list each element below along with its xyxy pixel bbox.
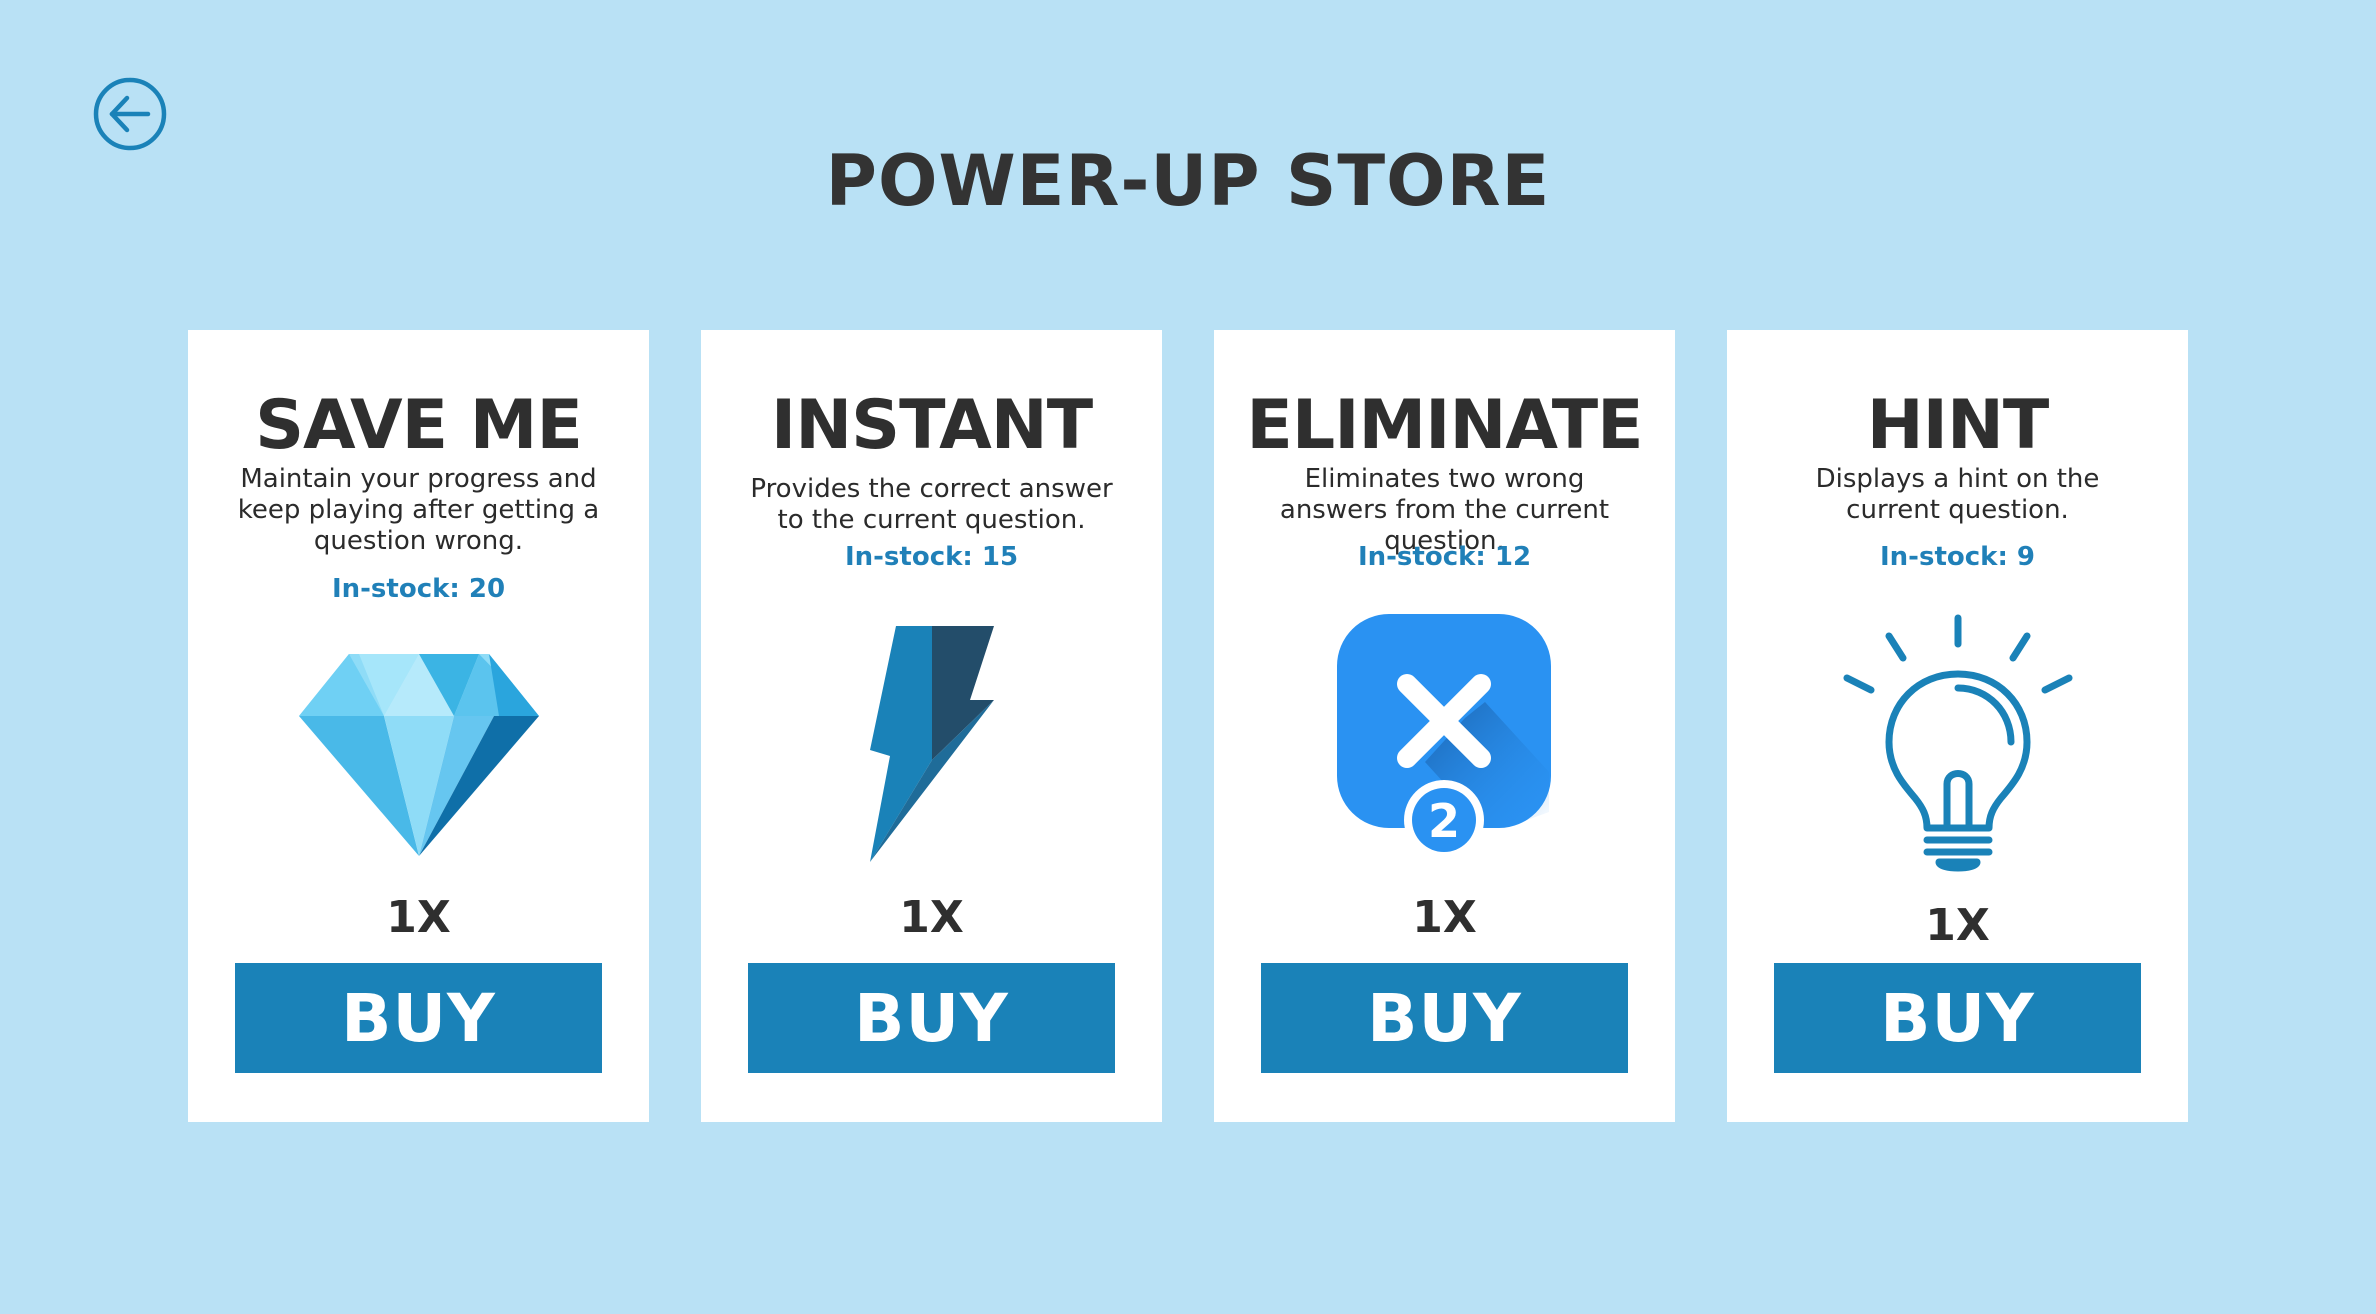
buy-button-hint[interactable]: BUY bbox=[1774, 963, 2141, 1073]
quantity-label: 1X bbox=[899, 892, 964, 943]
buy-button-save-me[interactable]: BUY bbox=[235, 963, 602, 1073]
quantity-label: 1X bbox=[1412, 892, 1477, 943]
stock-count: In-stock: 12 bbox=[1357, 542, 1532, 572]
powerup-card-instant: INSTANT Provides the correct answer to t… bbox=[701, 330, 1162, 1122]
card-title: SAVE ME bbox=[255, 386, 583, 465]
page-title: POWER-UP STORE bbox=[825, 140, 1551, 222]
card-description: Maintain your progress and keep playing … bbox=[237, 464, 600, 556]
card-title: HINT bbox=[1866, 386, 2050, 465]
powerup-card-eliminate: ELIMINATE Eliminates two wrong answers f… bbox=[1214, 330, 1675, 1122]
buy-button-eliminate[interactable]: BUY bbox=[1261, 963, 1628, 1073]
stock-count: In-stock: 9 bbox=[1880, 542, 2035, 572]
card-description: Displays a hint on the current question. bbox=[1815, 464, 2100, 525]
buy-button-instant[interactable]: BUY bbox=[748, 963, 1115, 1073]
powerup-card-hint: HINT Displays a hint on the current ques… bbox=[1727, 330, 2188, 1122]
card-title: INSTANT bbox=[770, 386, 1093, 465]
card-title: ELIMINATE bbox=[1246, 386, 1643, 465]
quantity-label: 1X bbox=[386, 892, 451, 943]
stock-count: In-stock: 20 bbox=[331, 574, 506, 604]
diamond-icon bbox=[188, 652, 649, 856]
power-up-store-screen: POWER-UP STORE SAVE ME Maintain your pro… bbox=[0, 0, 2376, 1314]
card-description: Provides the correct answer to the curre… bbox=[750, 474, 1113, 535]
powerup-card-save-me: SAVE ME Maintain your progress and keep … bbox=[188, 330, 649, 1122]
lightbulb-icon bbox=[1727, 614, 2188, 876]
quantity-label: 1X bbox=[1925, 900, 1990, 951]
lightning-bolt-icon bbox=[701, 626, 1162, 862]
stock-count: In-stock: 15 bbox=[844, 542, 1019, 572]
badge-count: 2 bbox=[1427, 794, 1459, 848]
eliminate-x-icon: 2 bbox=[1214, 612, 1675, 860]
